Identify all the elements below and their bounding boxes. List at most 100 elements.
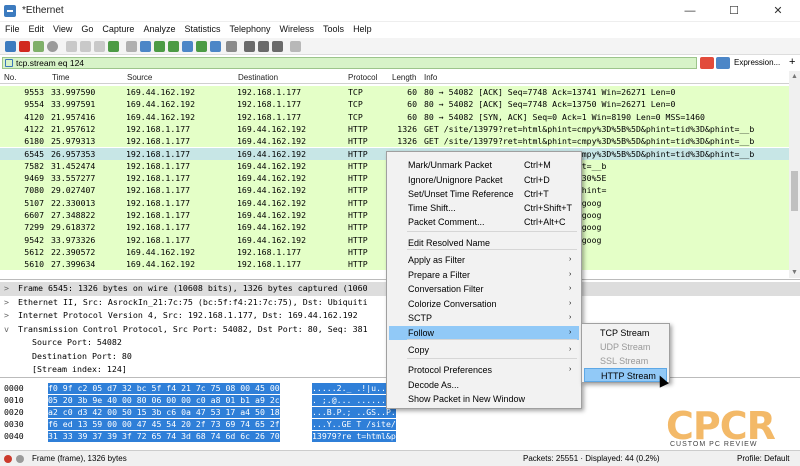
packet-cell-info: 80 → 54082 [SYN, ACK] Seq=0 Ack=1 Win=81… [424, 111, 705, 122]
menu-wireless[interactable]: Wireless [275, 22, 319, 34]
clear-filter-icon[interactable] [700, 57, 714, 69]
menu-separator [407, 339, 577, 340]
expand-arrow-icon[interactable]: > [4, 296, 9, 309]
zoom-in-icon[interactable] [244, 41, 255, 52]
add-filter-button[interactable]: + [789, 56, 795, 68]
stop-capture-icon[interactable] [19, 41, 30, 52]
expert-info-icon[interactable] [4, 455, 12, 463]
follow-http-stream[interactable]: HTTP Stream [584, 368, 667, 382]
expression-button[interactable]: Expression... [734, 58, 780, 67]
menu-edit[interactable]: Edit [24, 22, 49, 34]
context-menu-item-protocol-preferences[interactable]: Protocol Preferences › [389, 363, 579, 377]
expand-arrow-icon[interactable]: > [4, 309, 9, 322]
context-menu-item-show-packet-in-new-window[interactable]: Show Packet in New Window [389, 392, 579, 406]
column-header-length[interactable]: Length [392, 73, 416, 82]
context-menu-item-decode-as[interactable]: Decode As... [389, 378, 579, 392]
minimize-button[interactable]: — [668, 0, 712, 22]
packet-row[interactable]: 6180 25.979313 192.168.1.177 169.44.162.192… [0, 135, 789, 148]
last-packet-icon[interactable] [196, 41, 207, 52]
capture-options-icon[interactable] [47, 41, 58, 52]
apply-filter-icon[interactable] [716, 57, 730, 69]
packet-row[interactable]: 4120 21.957416 169.44.162.192 192.168.1.177… [0, 110, 789, 123]
follow-tcp-stream[interactable]: TCP Stream [584, 326, 667, 340]
colorize-icon[interactable] [226, 41, 237, 52]
open-file-icon[interactable] [66, 41, 77, 52]
menu-help[interactable]: Help [348, 22, 376, 34]
context-menu-item-set-unset-time-reference[interactable]: Set/Unset Time Reference Ctrl+T [389, 187, 579, 201]
menu-item-label: Follow [408, 328, 435, 338]
first-packet-icon[interactable] [182, 41, 193, 52]
packet-cell-no: 6545 [24, 148, 44, 159]
scroll-down-icon[interactable]: ▼ [791, 269, 798, 276]
packet-cell-proto: HTTP [348, 136, 368, 147]
packet-row[interactable]: 9554 33.997591 169.44.162.192 192.168.1.177… [0, 98, 789, 111]
bytes-ascii: . ;.@... ......., [312, 395, 396, 406]
normal-size-icon[interactable] [272, 41, 283, 52]
packet-row[interactable]: 4122 21.957612 192.168.1.177 169.44.162.192… [0, 122, 789, 136]
packet-cell-src: 192.168.1.177 [126, 173, 191, 184]
context-menu-item-apply-as-filter[interactable]: Apply as Filter › [389, 253, 579, 267]
resize-columns-icon[interactable] [290, 41, 301, 52]
menu-file[interactable]: File [0, 22, 24, 34]
packet-cell-no: 9469 [24, 173, 44, 184]
context-menu-item-ignore-unignore-packet[interactable]: Ignore/Unignore Packet Ctrl+D [389, 173, 579, 187]
maximize-button[interactable]: ☐ [712, 0, 756, 22]
menu-bar: File Edit View Go Capture Analyze Statistics Te… [0, 22, 800, 38]
collapse-arrow-icon[interactable]: v [4, 323, 9, 336]
close-file-icon[interactable] [94, 41, 105, 52]
bookmark-icon[interactable] [5, 59, 13, 67]
context-menu-item-follow[interactable]: Follow › [389, 326, 579, 340]
find-packet-icon[interactable] [126, 41, 137, 52]
reload-icon[interactable] [108, 41, 119, 52]
menu-telephony[interactable]: Telephony [224, 22, 274, 34]
column-header-info[interactable]: Info [424, 73, 437, 82]
packet-cell-dst: 192.168.1.177 [237, 111, 302, 122]
context-menu-item-edit-resolved-name[interactable]: Edit Resolved Name [389, 236, 579, 250]
packet-cell-dst: 169.44.162.192 [237, 173, 307, 184]
menu-capture[interactable]: Capture [97, 22, 138, 34]
context-menu-item-mark-unmark-packet[interactable]: Mark/Unmark Packet Ctrl+M [389, 158, 579, 172]
scroll-up-icon[interactable]: ▲ [791, 73, 798, 80]
context-menu-item-prepare-a-filter[interactable]: Prepare a Filter › [389, 268, 579, 282]
column-header-time[interactable]: Time [52, 73, 69, 82]
scrollbar-thumb[interactable] [791, 171, 798, 211]
expand-arrow-icon[interactable]: > [4, 282, 9, 295]
zoom-out-icon[interactable] [258, 41, 269, 52]
context-menu-item-sctp[interactable]: SCTP › [389, 311, 579, 325]
auto-scroll-icon[interactable] [210, 41, 221, 52]
menu-item-label: Ignore/Unignore Packet [408, 175, 503, 185]
menu-tools[interactable]: Tools [318, 22, 348, 34]
packet-cell-time: 27.348822 [51, 210, 96, 220]
go-back-icon[interactable] [140, 41, 151, 52]
menu-view[interactable]: View [48, 22, 76, 34]
packet-row[interactable]: 9553 33.997590 169.44.162.192 192.168.1.177… [0, 86, 789, 99]
packet-cell-time: 33.997591 [51, 99, 96, 110]
capture-comment-icon[interactable] [16, 455, 24, 463]
menu-go[interactable]: Go [76, 22, 97, 34]
close-button[interactable]: ✕ [756, 0, 800, 22]
context-menu-item-conversation-filter[interactable]: Conversation Filter › [389, 282, 579, 296]
status-profile[interactable]: Profile: Default [737, 454, 789, 463]
packet-list-header: No. Time Source Destination Protocol Len… [0, 71, 789, 84]
save-file-icon[interactable] [80, 41, 91, 52]
column-header-protocol[interactable]: Protocol [348, 73, 377, 82]
context-menu-item-colorize-conversation[interactable]: Colorize Conversation › [389, 297, 579, 311]
column-header-no[interactable]: No. [4, 73, 16, 82]
go-to-packet-icon[interactable] [168, 41, 179, 52]
context-menu-item-packet-comment[interactable]: Packet Comment... Ctrl+Alt+C [389, 215, 579, 229]
packet-cell-time: 31.452474 [51, 160, 96, 171]
display-filter-input[interactable]: tcp.stream eq 124 [2, 57, 697, 69]
go-forward-icon[interactable] [154, 41, 165, 52]
packet-cell-time: 33.997590 [51, 87, 96, 97]
column-header-source[interactable]: Source [127, 73, 152, 82]
detail-text: Frame 6545: 1326 bytes on wire (10608 bi… [18, 283, 368, 293]
column-header-destination[interactable]: Destination [238, 73, 278, 82]
packet-cell-dst: 169.44.162.192 [237, 234, 307, 245]
restart-capture-icon[interactable] [33, 41, 44, 52]
packet-list-scrollbar[interactable]: ▲ ▼ [789, 71, 800, 278]
menu-statistics[interactable]: Statistics [179, 22, 224, 34]
menu-analyze[interactable]: Analyze [138, 22, 179, 34]
context-menu-item-copy[interactable]: Copy › [389, 343, 579, 357]
context-menu-item-time-shift[interactable]: Time Shift... Ctrl+Shift+T [389, 201, 579, 215]
start-capture-icon[interactable] [5, 41, 16, 52]
